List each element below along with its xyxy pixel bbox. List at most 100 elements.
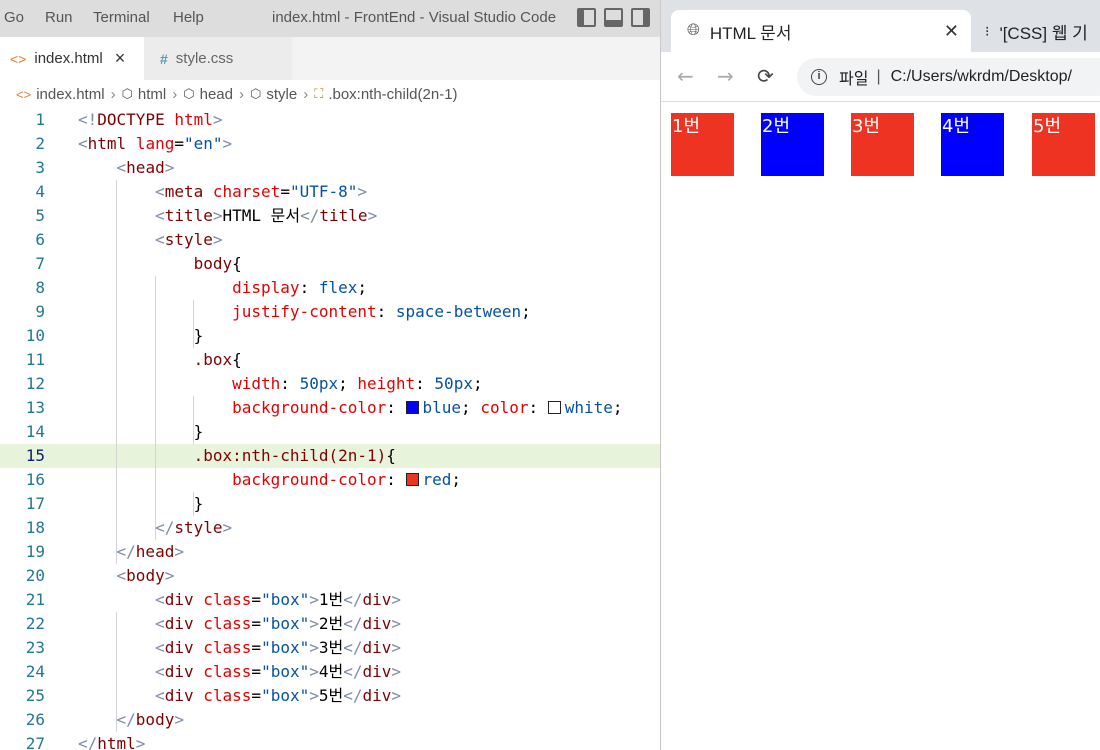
breadcrumb-file[interactable]: index.html	[36, 86, 104, 103]
menu-run[interactable]: Run	[45, 9, 73, 26]
breadcrumb-style[interactable]: style	[266, 86, 297, 103]
code-line[interactable]: 18 </style>	[0, 516, 660, 540]
code-token: body	[135, 710, 175, 729]
code-line[interactable]: 1 <!DOCTYPE html>	[0, 108, 660, 132]
code-line[interactable]: 8 display: flex;	[0, 276, 660, 300]
close-tab-icon[interactable]: ×	[115, 48, 126, 69]
code-token: div	[164, 686, 194, 705]
code-token: 3번	[318, 638, 344, 657]
code-token: =	[174, 134, 184, 153]
info-icon[interactable]: i	[811, 69, 827, 85]
menu-help[interactable]: Help	[173, 9, 204, 26]
code-line[interactable]: 7 body{	[0, 252, 660, 276]
code-line[interactable]: 9 justify-content: space-between;	[0, 300, 660, 324]
code-line[interactable]: 22 <div class="box">2번</div>	[0, 612, 660, 636]
indent-guide	[116, 612, 117, 732]
code-line[interactable]: 15 .box:nth-child(2n-1){	[0, 444, 660, 468]
code-line[interactable]: 11 .box{	[0, 348, 660, 372]
line-number: 1	[35, 110, 45, 129]
chevron-right-icon: ›	[110, 85, 116, 103]
code-token: head	[135, 542, 175, 561]
browser-tab-second[interactable]: ⁝ '[CSS] 웹 기	[977, 10, 1100, 52]
forward-arrow-icon[interactable]: →	[717, 64, 734, 88]
toggle-panel-icon[interactable]	[604, 8, 623, 27]
color-swatch-icon[interactable]	[405, 401, 419, 414]
menu-go[interactable]: Go	[4, 9, 24, 26]
code-text: }	[78, 492, 204, 516]
back-arrow-icon[interactable]: ←	[677, 64, 694, 88]
code-line[interactable]: 26 </body>	[0, 708, 660, 732]
code-line[interactable]: 5 <title>HTML 문서</title>	[0, 204, 660, 228]
code-line[interactable]: 27 </html>	[0, 732, 660, 750]
menu-terminal[interactable]: Terminal	[93, 9, 150, 26]
code-token: </	[78, 734, 98, 750]
code-text: <style>	[78, 228, 222, 252]
code-line[interactable]: 24 <div class="box">4번</div>	[0, 660, 660, 684]
toggle-sidebar-icon[interactable]	[577, 8, 596, 27]
line-number: 22	[25, 614, 45, 633]
code-line[interactable]: 16 background-color: red;	[0, 468, 660, 492]
code-line[interactable]: 14 }	[0, 420, 660, 444]
code-text: <!DOCTYPE html>	[78, 108, 223, 132]
code-token: {	[386, 446, 396, 465]
color-swatch-icon[interactable]	[547, 401, 561, 414]
code-line[interactable]: 4 <meta charset="UTF-8">	[0, 180, 660, 204]
breadcrumb: <> index.html › ⬡ html › ⬡ head › ⬡ styl…	[0, 80, 660, 108]
line-number: 16	[25, 470, 45, 489]
code-line[interactable]: 20 <body>	[0, 564, 660, 588]
code-token: white	[564, 398, 613, 417]
code-token: class	[203, 686, 252, 705]
code-line[interactable]: 3 <head>	[0, 156, 660, 180]
url-text: C:/Users/wkrdm/Desktop/	[890, 68, 1072, 85]
code-line[interactable]: 12 width: 50px; height: 50px;	[0, 372, 660, 396]
code-token: >	[309, 638, 319, 657]
browser-window: 🌐︎ HTML 문서 ✕ ⁝ '[CSS] 웹 기 ← → ⟳ i 파일 | C…	[660, 0, 1100, 750]
code-token: color	[480, 398, 529, 417]
code-token: .box:nth-child(2n-1)	[193, 446, 387, 465]
address-bar[interactable]: i 파일 | C:/Users/wkrdm/Desktop/	[797, 58, 1100, 96]
code-token: =	[251, 590, 262, 609]
browser-tab-title: '[CSS] 웹 기	[999, 23, 1088, 43]
code-token: title	[319, 206, 368, 225]
tab-style-css[interactable]: # style.css	[144, 37, 292, 80]
code-token: >	[357, 182, 368, 201]
code-line[interactable]: 10 }	[0, 324, 660, 348]
element-icon: ⬡	[250, 86, 262, 101]
browser-tab-active[interactable]: 🌐︎ HTML 문서 ✕	[671, 10, 971, 52]
code-token: }	[193, 422, 204, 441]
code-line[interactable]: 13 background-color: blue; color: white;	[0, 396, 660, 420]
reload-icon[interactable]: ⟳	[757, 64, 774, 88]
code-line[interactable]: 25 <div class="box">5번</div>	[0, 684, 660, 708]
code-line[interactable]: 19 </head>	[0, 540, 660, 564]
code-token: </	[300, 206, 320, 225]
code-token: ;	[357, 278, 367, 297]
selector-icon: ⛶	[314, 86, 324, 101]
breadcrumb-html[interactable]: html	[138, 86, 166, 103]
toggle-secondary-sidebar-icon[interactable]	[631, 8, 650, 27]
tab-index-html[interactable]: <> index.html ×	[0, 37, 144, 80]
breadcrumb-head[interactable]: head	[200, 86, 233, 103]
code-line[interactable]: 21 <div class="box">1번</div>	[0, 588, 660, 612]
code-token: html	[97, 734, 136, 750]
code-editor[interactable]: 1 <!DOCTYPE html> 2 <html lang="en"> 3 <head…	[0, 108, 660, 750]
line-number: 24	[25, 662, 45, 681]
code-token: </	[343, 590, 363, 609]
color-swatch-icon[interactable]	[405, 473, 419, 486]
code-text: background-color: red;	[78, 468, 461, 492]
code-text: }	[78, 420, 204, 444]
line-number: 27	[25, 734, 45, 750]
address-separator: |	[876, 68, 881, 85]
close-tab-icon[interactable]: ✕	[944, 21, 959, 42]
code-text: background-color: blue; color: white;	[78, 396, 622, 420]
code-text: <div class="box">4번</div>	[78, 660, 401, 684]
code-token: {	[232, 254, 242, 273]
code-line[interactable]: 6 <style>	[0, 228, 660, 252]
code-token: "en"	[183, 134, 223, 153]
code-token: div	[164, 614, 194, 633]
breadcrumb-selector[interactable]: .box:nth-child(2n-1)	[328, 86, 457, 103]
code-line[interactable]: 23 <div class="box">3번</div>	[0, 636, 660, 660]
code-line[interactable]: 2 <html lang="en">	[0, 132, 660, 156]
code-line[interactable]: 17 }	[0, 492, 660, 516]
